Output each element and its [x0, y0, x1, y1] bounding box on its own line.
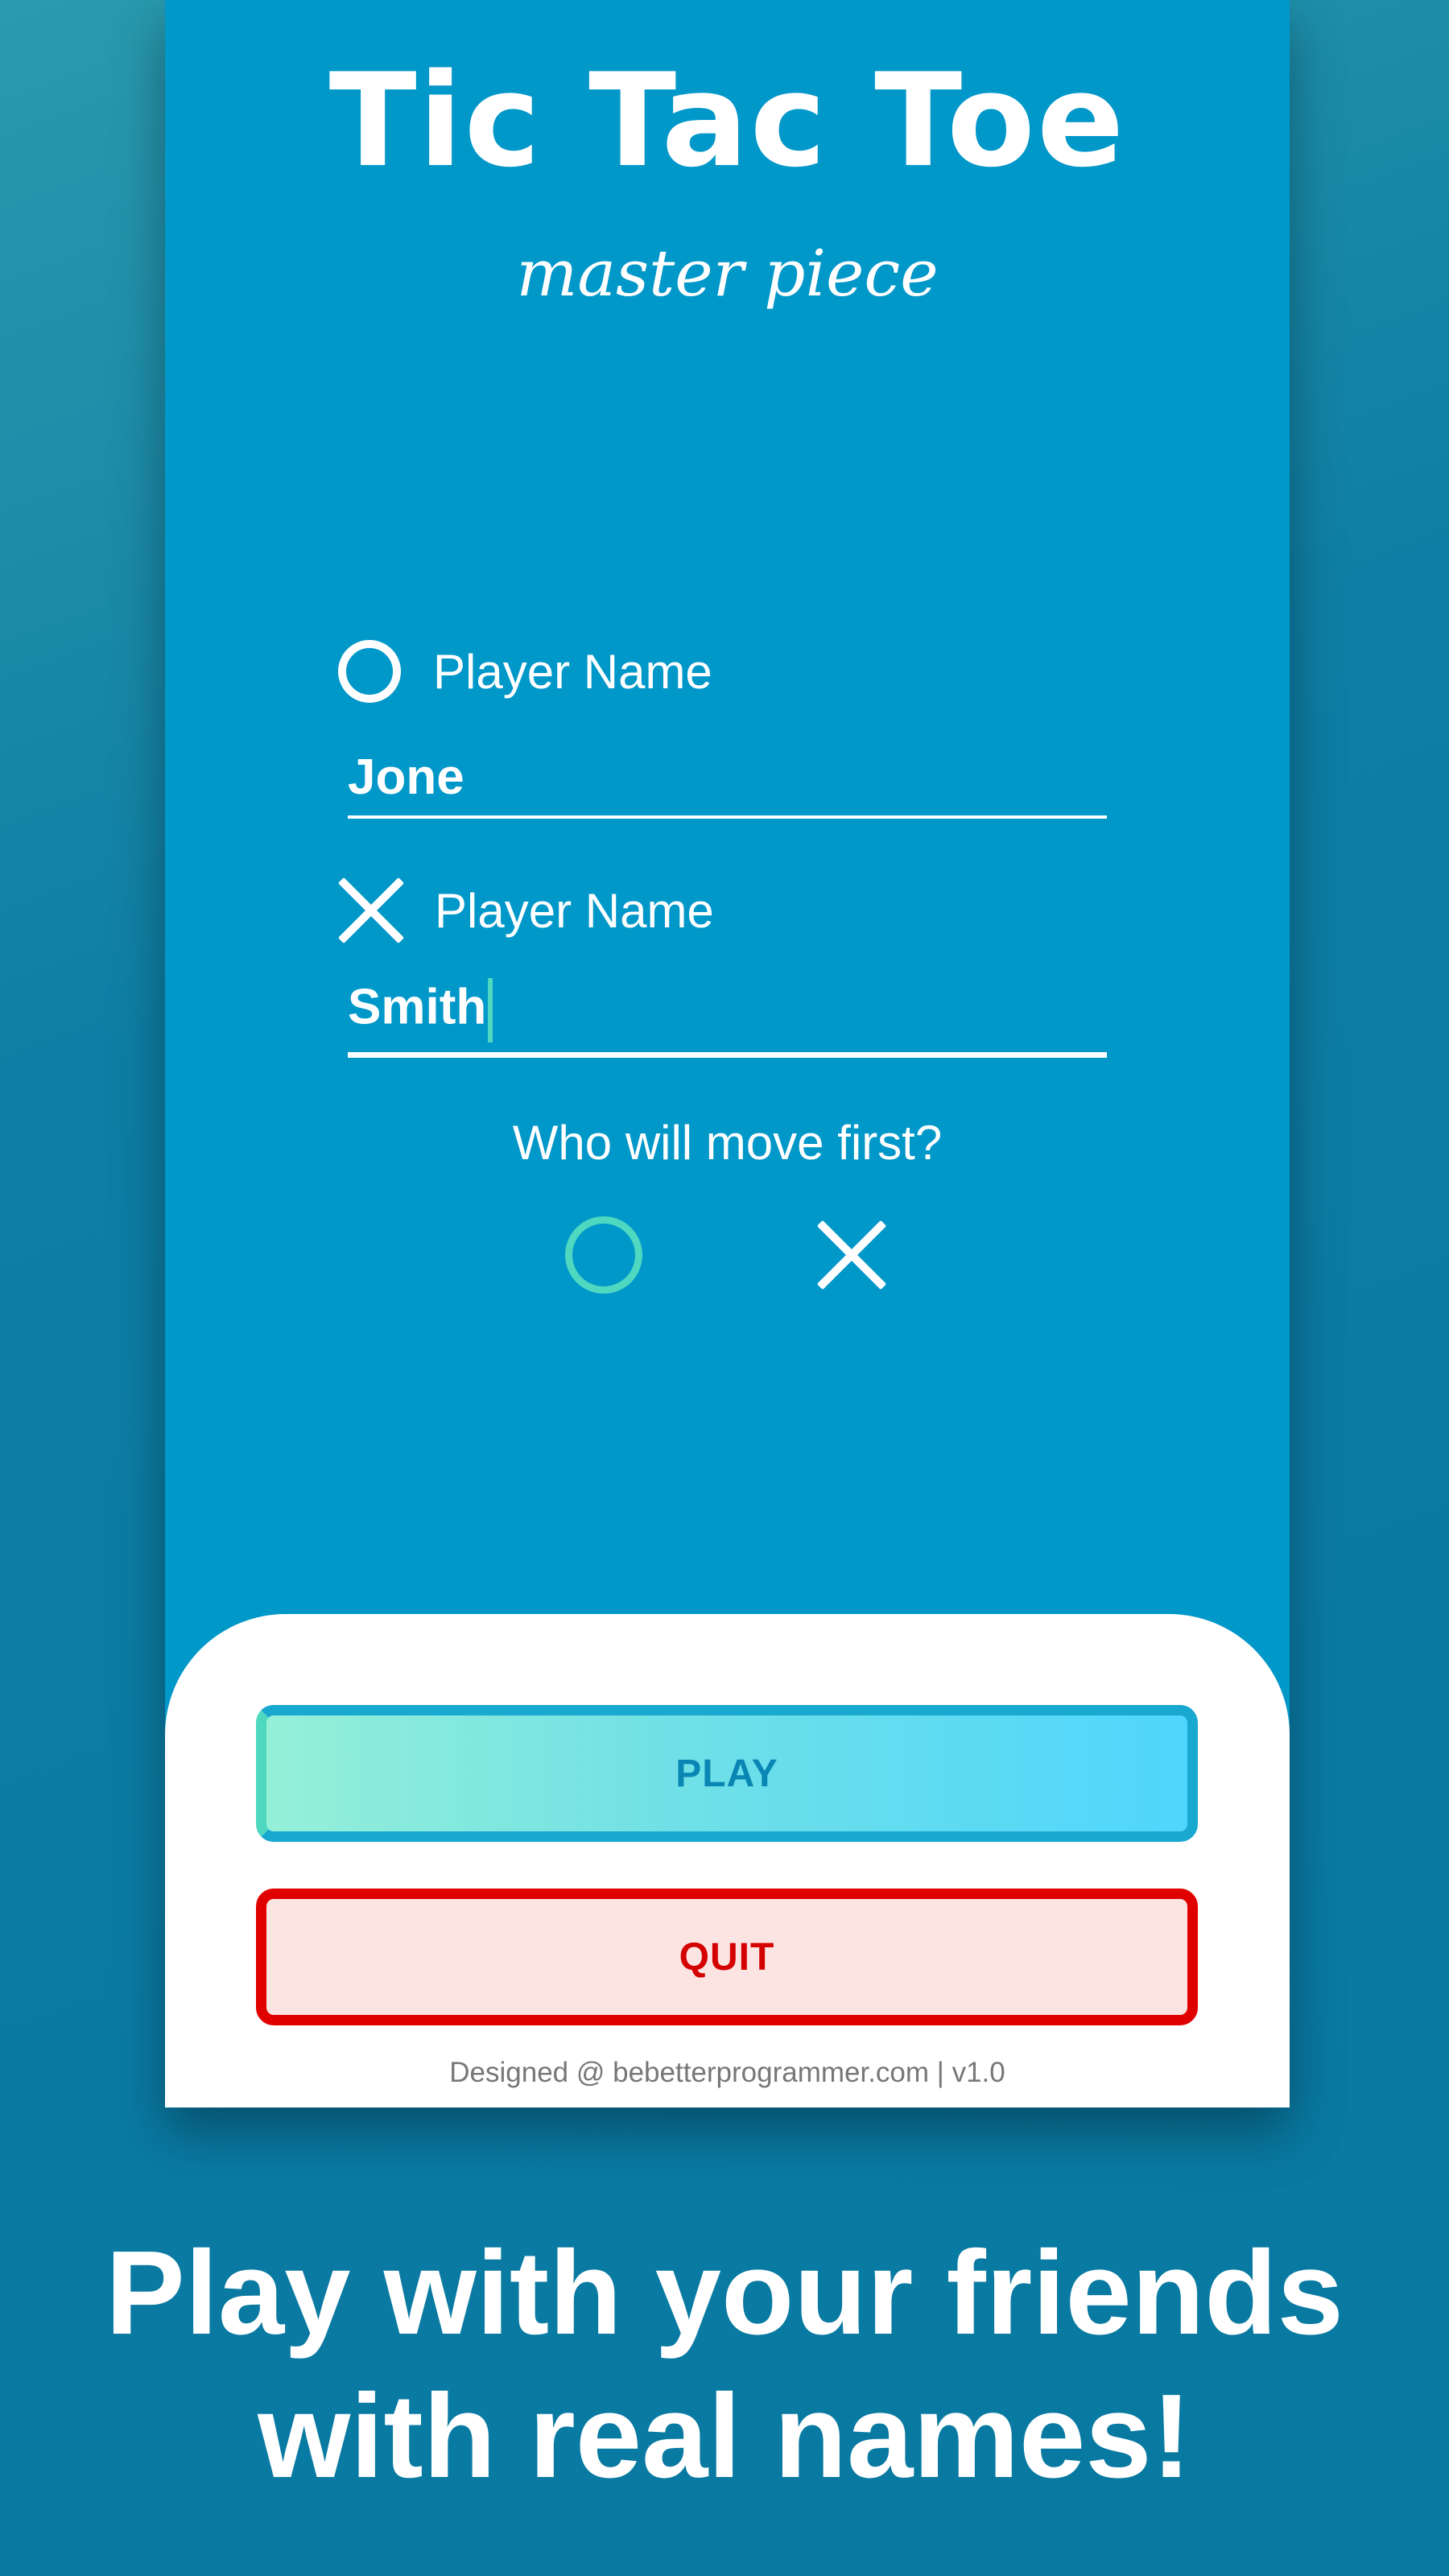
action-panel: PLAY QUIT Designed @ bebetterprogrammer.… — [165, 1614, 1290, 2107]
text-caret — [488, 978, 493, 1042]
quit-button[interactable]: QUIT — [256, 1889, 1198, 2025]
promo-line-2: with real names! — [258, 2370, 1191, 2503]
app-title: Tic Tac Toe — [328, 45, 1126, 196]
player-o-row: Player Name — [338, 640, 712, 703]
footer-credit: Designed @ bebetterprogrammer.com | v1.0 — [449, 2057, 1005, 2088]
app-screen: Tic Tac Toe master piece Player Name Jon… — [165, 0, 1290, 2107]
first-move-x-option[interactable] — [817, 1220, 886, 1290]
circle-o-icon — [338, 640, 401, 703]
player-x-row: Player Name — [338, 877, 714, 943]
player-x-name-input[interactable]: Smith — [348, 978, 1107, 1058]
app-subtitle: master piece — [516, 236, 939, 311]
promo-tagline: Play with your friends with real names! — [0, 2222, 1449, 2508]
first-move-question: Who will move first? — [512, 1116, 943, 1170]
player-x-name-value: Smith — [348, 979, 487, 1035]
player-o-name-value: Jone — [348, 749, 464, 805]
player-o-name-input[interactable]: Jone — [348, 749, 1107, 819]
play-button[interactable]: PLAY — [256, 1705, 1198, 1842]
first-move-o-option[interactable] — [565, 1216, 642, 1294]
promo-line-1: Play with your friends — [105, 2227, 1344, 2359]
cross-x-icon — [338, 877, 404, 943]
player-x-label: Player Name — [435, 883, 714, 938]
player-o-label: Player Name — [433, 644, 712, 699]
